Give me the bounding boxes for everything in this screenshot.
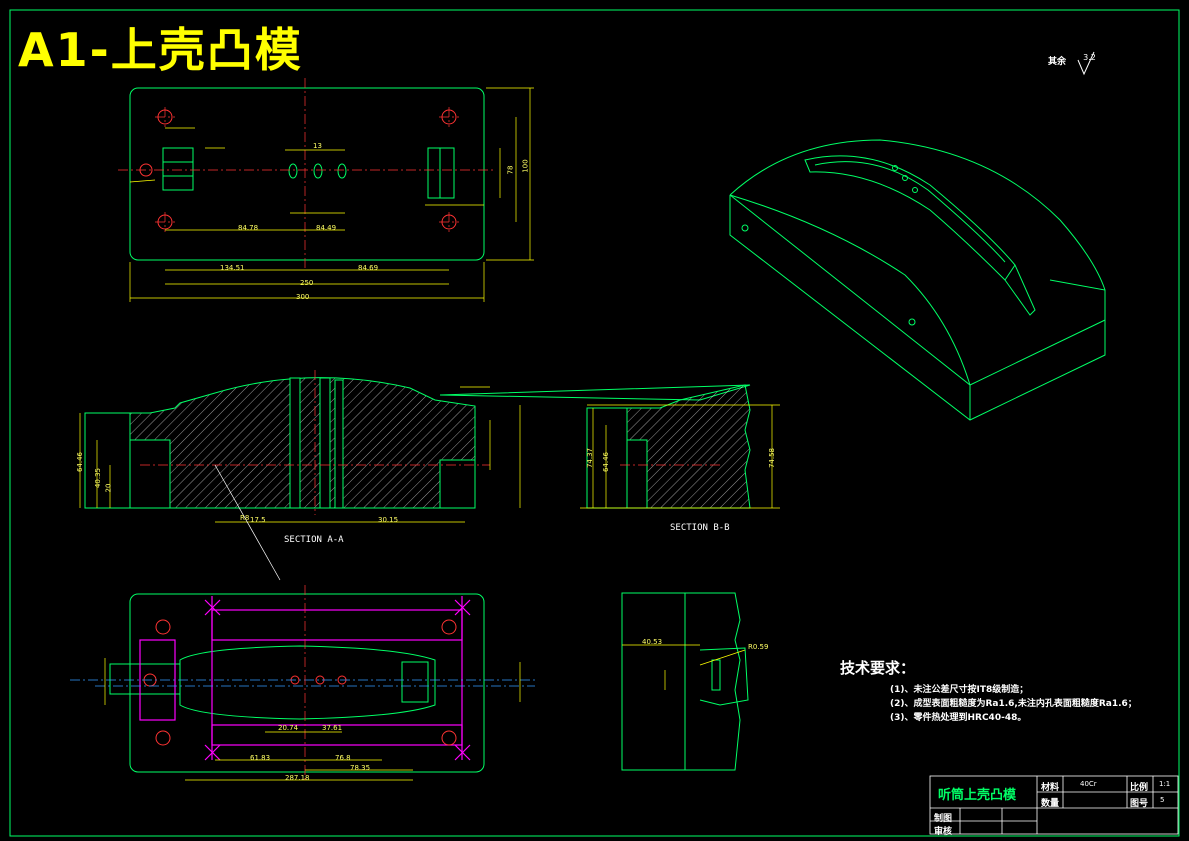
- scale-value: 1:1: [1159, 780, 1171, 788]
- dim-top-span-left: 84.78: [238, 224, 259, 232]
- requirement-1: (1)、未注公差尺寸按IT8级制造；: [890, 685, 1029, 695]
- dim-bot-a: 20.74: [278, 724, 299, 732]
- drawing-no-label: 图号: [1130, 799, 1149, 809]
- dim-top-mid: 250: [300, 279, 314, 287]
- dim-aa-h2: 40.35: [94, 467, 103, 489]
- top-view: [129, 87, 485, 261]
- dim-aa-h1: 64.46: [76, 451, 85, 473]
- dim-bot-w2: 76.8: [335, 754, 351, 762]
- quantity-label: 数量: [1041, 799, 1060, 809]
- dim-top-height: 78: [506, 165, 515, 175]
- detail-view: [621, 592, 749, 771]
- dim-aa-w1: 17.5: [250, 516, 266, 524]
- checked-label: 审核: [934, 827, 953, 837]
- drawing-no-value: 5: [1160, 796, 1165, 804]
- roughness-value: 3.2: [1083, 53, 1096, 62]
- requirement-2: (2)、成型表面粗糙度为Ra1.6,未注内孔表面粗糙度Ra1.6；: [890, 699, 1137, 709]
- detail-view-dimensions: [622, 644, 746, 690]
- material-label: 材料: [1041, 783, 1060, 793]
- roughness-text: 其余: [1048, 57, 1067, 67]
- dim-bot-w3: 78.35: [350, 764, 371, 772]
- material-value: 40Cr: [1080, 780, 1097, 788]
- dim-aa-w2: 30.15: [378, 516, 399, 524]
- dim-top-span-right: 84.49: [316, 224, 337, 232]
- section-bb-label: SECTION B-B: [670, 523, 730, 533]
- scale-label: 比例: [1130, 783, 1149, 793]
- dim-bb-h2: 64.46: [602, 451, 611, 473]
- dim-top-height2: 100: [521, 159, 530, 173]
- dim-aa-h3: 20: [104, 483, 113, 493]
- dim-top-half-right: 84.69: [358, 264, 379, 272]
- section-aa-label: SECTION A-A: [284, 535, 344, 545]
- dim-detail-r: R0.59: [748, 643, 769, 651]
- requirements-title: 技术要求：: [840, 659, 916, 677]
- dim-aa-r: R8: [240, 514, 250, 522]
- top-view-centerlines: [118, 78, 496, 270]
- top-view-dimensions: [129, 87, 534, 302]
- dim-bb-h1: 74.37: [586, 447, 595, 469]
- dim-bot-w1: 61.83: [250, 754, 271, 762]
- drawing-title: A1-上壳凸模: [18, 23, 303, 77]
- part-name: 听筒上壳凸模: [938, 788, 1017, 803]
- requirement-3: (3)、零件热处理到HRC40-48。: [890, 713, 1027, 723]
- roughness-label: 其余 3.2: [1048, 53, 1096, 67]
- dim-detail-w: 40.53: [642, 638, 663, 646]
- dim-top-half-left: 134.51: [220, 264, 245, 272]
- dim-top-small: 13: [313, 142, 322, 150]
- dim-bb-h3: 74.58: [768, 447, 777, 469]
- bottom-view-holes: [143, 619, 457, 746]
- dim-top-total: 300: [296, 293, 310, 301]
- dim-bot-total: 287.18: [285, 774, 310, 782]
- drawn-label: 制图: [934, 814, 953, 824]
- section-bb-view: [586, 384, 751, 509]
- isometric-view: [729, 139, 1106, 421]
- dim-bot-b: 37.61: [322, 724, 343, 732]
